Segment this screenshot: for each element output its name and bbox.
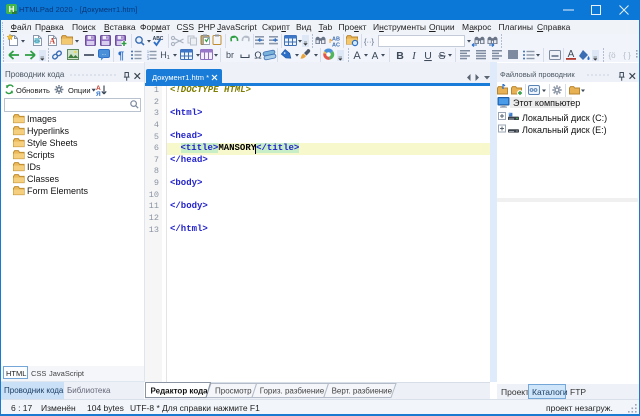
- svg-text:H₁: H₁: [160, 50, 170, 60]
- svg-text:{ }: { }: [623, 51, 631, 60]
- svg-text:{ö: {ö: [608, 51, 616, 60]
- svg-text:Опции: Опции: [68, 86, 91, 95]
- svg-text:H: H: [9, 5, 15, 14]
- svg-text:Редактор кода: Редактор кода: [151, 387, 209, 396]
- svg-text:Ω: Ω: [254, 51, 262, 62]
- svg-text:Гориз. разбиение: Гориз. разбиение: [260, 387, 325, 396]
- svg-text:Обновить: Обновить: [16, 86, 50, 95]
- svg-text:<>: <>: [34, 39, 40, 45]
- svg-text:A: A: [372, 51, 379, 62]
- svg-text:br: br: [226, 50, 234, 60]
- svg-text:Я: Я: [96, 91, 101, 96]
- svg-text:U: U: [424, 50, 432, 62]
- svg-text:Просмотр: Просмотр: [215, 387, 252, 396]
- svg-text:A: A: [49, 37, 55, 46]
- svg-text:AC: AC: [332, 43, 340, 49]
- svg-text:¶: ¶: [118, 50, 124, 62]
- svg-text:A: A: [353, 50, 361, 62]
- svg-text:B: B: [396, 50, 404, 62]
- svg-text:{··}: {··}: [364, 37, 375, 46]
- svg-text:···: ···: [102, 52, 107, 58]
- svg-text:I: I: [411, 50, 417, 62]
- svg-text:Верт. разбиение: Верт. разбиение: [332, 387, 393, 396]
- svg-text:3: 3: [147, 57, 149, 61]
- svg-text:S: S: [438, 50, 445, 62]
